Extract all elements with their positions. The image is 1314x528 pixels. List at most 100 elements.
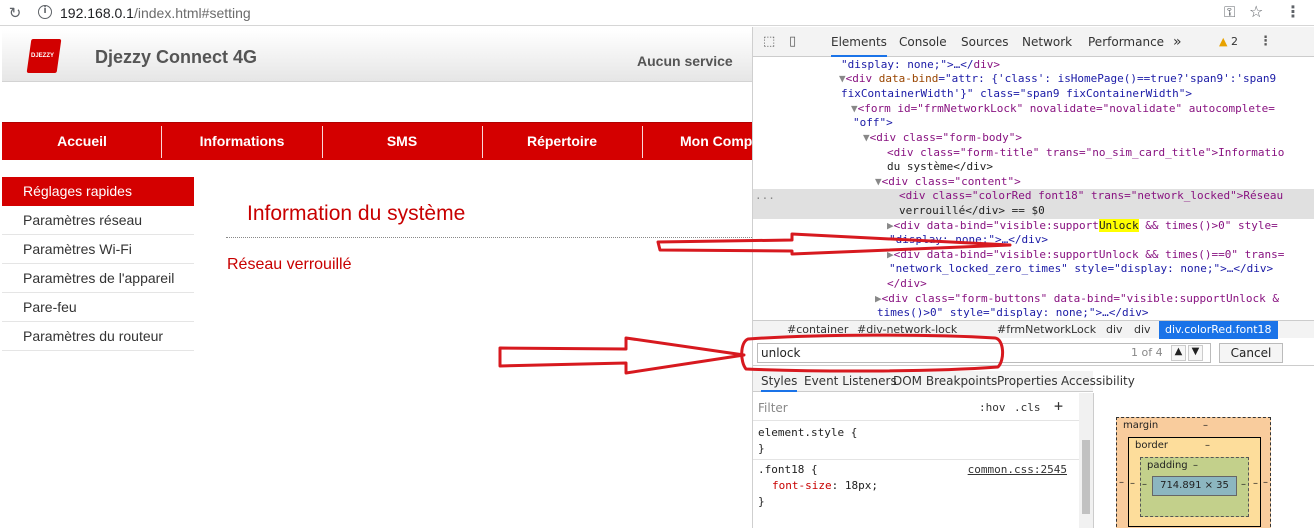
url-path: /index.html#setting <box>133 5 251 21</box>
main-nav: Accueil Informations SMS Répertoire Mon … <box>2 122 752 160</box>
rule-close: } <box>758 442 765 455</box>
nav-item-accueil[interactable]: Accueil <box>2 123 162 161</box>
more-tabs-icon[interactable]: » <box>1173 27 1182 57</box>
warnings-badge[interactable]: ▲ 2 <box>1219 35 1238 48</box>
box-content-size[interactable]: 714.891 × 35 <box>1152 476 1237 496</box>
code-line[interactable]: "off"> <box>853 116 893 131</box>
breadcrumb-item[interactable]: #frmNetworkLock <box>997 321 1096 339</box>
code-line[interactable]: du système</div> <box>887 160 993 175</box>
breadcrumb-item[interactable]: div <box>1134 321 1151 339</box>
sidebar-item-parametres-routeur[interactable]: Paramètres du routeur <box>2 322 194 351</box>
nav-item-informations[interactable]: Informations <box>162 123 322 161</box>
code-line[interactable]: ▶<div class="form-buttons" data-bind="vi… <box>875 292 1279 307</box>
tab-performance[interactable]: Performance <box>1088 27 1164 57</box>
code-line[interactable]: ▼<div data-bind="attr: {'class': isHomeP… <box>839 72 1276 87</box>
code-line[interactable]: "display: none;">…</div> <box>841 58 1000 73</box>
devtools-menu-icon[interactable]: ⋮ <box>1259 34 1272 49</box>
bookmark-star-icon[interactable]: ☆ <box>1249 2 1263 21</box>
code-line[interactable]: ▼<div class="form-body"> <box>863 131 1022 146</box>
breadcrumb-item[interactable]: #container <box>787 321 848 339</box>
box-border[interactable]: border – – – padding – – – 714.891 × 35 <box>1128 437 1261 527</box>
nav-divider <box>642 126 643 158</box>
sidebar-item-parametres-appareil[interactable]: Paramètres de l'appareil <box>2 264 194 293</box>
router-web-page: DJEZZY Djezzy Connect 4G Aucun service A… <box>0 27 752 528</box>
nav-item-mon-compte[interactable]: Mon Comp <box>662 123 752 161</box>
stylesheet-link[interactable]: common.css:2545 <box>968 463 1067 476</box>
title-divider <box>226 237 752 238</box>
djezzy-logo[interactable]: DJEZZY <box>26 39 66 76</box>
logo-text: DJEZZY <box>31 53 55 59</box>
key-icon[interactable]: ⚿ <box>1224 3 1235 21</box>
tab-dom-breakpoints[interactable]: DOM Breakpoints <box>893 371 997 392</box>
tab-network[interactable]: Network <box>1022 27 1072 57</box>
breadcrumb: #container #div-network-lock #frmNetwork… <box>753 320 1314 339</box>
styles-filter-input[interactable]: Filter <box>758 401 788 415</box>
warning-count: 2 <box>1230 35 1238 48</box>
code-line[interactable]: ▼<div class="content"> <box>875 175 1021 190</box>
code-line[interactable]: "network_locked_zero_times" style="displ… <box>889 262 1273 277</box>
find-previous-icon[interactable]: ▲ <box>1171 345 1186 361</box>
hov-toggle[interactable]: :hov <box>979 401 1006 414</box>
tab-properties[interactable]: Properties <box>997 371 1058 392</box>
find-match-count: 1 of 4 <box>1131 346 1163 359</box>
code-line[interactable]: ▶<div data-bind="visible:supportUnlock &… <box>887 219 1278 234</box>
add-rule-icon[interactable]: + <box>1054 397 1063 415</box>
warning-icon: ▲ <box>1219 35 1228 48</box>
reload-icon[interactable]: ↻ <box>6 4 24 22</box>
breadcrumb-item-selected[interactable]: div.colorRed.font18 <box>1159 321 1278 339</box>
elements-tree: "display: none;">…</div> ▼<div data-bind… <box>753 58 1314 320</box>
devtools-tab-bar: ⬚ ▯ Elements Console Sources Network Per… <box>753 27 1314 57</box>
inspect-element-icon[interactable]: ⬚ <box>763 34 775 49</box>
selected-marker: ... <box>755 189 775 202</box>
box-margin[interactable]: margin – – – border – – – padding – – – … <box>1116 417 1271 528</box>
rule-close: } <box>758 495 765 508</box>
tab-event-listeners[interactable]: Event Listeners <box>804 371 897 392</box>
sidebar-item-parametres-wifi[interactable]: Paramètres Wi-Fi <box>2 235 194 264</box>
network-locked-status: Réseau verrouillé <box>227 256 352 273</box>
code-line[interactable]: ▶<div data-bind="visible:supportUnlock &… <box>887 248 1284 263</box>
styles-divider <box>753 420 1079 421</box>
service-status: Aucun service <box>637 53 733 69</box>
brand-title: Djezzy Connect 4G <box>95 47 258 67</box>
tab-accessibility[interactable]: Accessibility <box>1061 371 1135 392</box>
selected-code-line[interactable]: ... <div class="colorRed font18" trans="… <box>753 189 1314 219</box>
nav-item-sms[interactable]: SMS <box>322 123 482 161</box>
device-toolbar-icon[interactable]: ▯ <box>789 34 796 49</box>
code-line[interactable]: </div> <box>887 277 927 292</box>
breadcrumb-item[interactable]: div <box>1106 321 1123 339</box>
sidebar-item-pare-feu[interactable]: Pare-feu <box>2 293 194 322</box>
url-field[interactable]: 192.168.0.1/index.html#setting <box>60 5 251 21</box>
cls-toggle[interactable]: .cls <box>1014 401 1041 414</box>
info-icon[interactable]: i <box>38 5 52 19</box>
tab-sources[interactable]: Sources <box>961 27 1008 57</box>
tab-console[interactable]: Console <box>899 27 947 57</box>
sidebar-item-parametres-reseau[interactable]: Paramètres réseau <box>2 206 194 235</box>
styles-scrollbar[interactable] <box>1079 393 1093 528</box>
element-style-rule[interactable]: element.style { <box>758 426 857 439</box>
box-model-diagram: margin – – – border – – – padding – – – … <box>1093 393 1314 528</box>
settings-sidebar: Réglages rapides Paramètres réseau Param… <box>2 177 194 351</box>
page-header: DJEZZY Djezzy Connect 4G Aucun service <box>2 30 752 82</box>
devtools-panel: ⬚ ▯ Elements Console Sources Network Per… <box>752 27 1314 528</box>
css-declaration[interactable]: font-size: 18px; <box>772 479 878 492</box>
find-bar: 1 of 4 ▲ ▼ Cancel <box>753 340 1314 366</box>
breadcrumb-item[interactable]: #div-network-lock <box>857 321 957 339</box>
box-padding[interactable]: padding – – – 714.891 × 35 <box>1140 457 1249 517</box>
nav-item-repertoire[interactable]: Répertoire <box>482 123 642 161</box>
styles-pane: Filter :hov .cls + element.style { } .fo… <box>753 393 1079 528</box>
sidebar-item-reglages-rapides[interactable]: Réglages rapides <box>2 177 194 206</box>
code-line[interactable]: fixContainerWidth'}" class="span9 fixCon… <box>841 87 1192 102</box>
browser-menu-icon[interactable]: ⋮ <box>1285 2 1301 21</box>
scrollbar-thumb[interactable] <box>1082 440 1090 514</box>
code-line[interactable]: times()>0" style="display: none;">…</div… <box>877 306 1149 320</box>
section-title: Information du système <box>247 202 466 225</box>
find-next-icon[interactable]: ▼ <box>1188 345 1203 361</box>
code-line[interactable]: ▼<form id="frmNetworkLock" novalidate="n… <box>851 102 1275 117</box>
styles-sub-tabs: Styles Event Listeners DOM Breakpoints P… <box>753 371 1135 392</box>
find-cancel-button[interactable]: Cancel <box>1219 343 1283 363</box>
tab-styles[interactable]: Styles <box>761 371 798 392</box>
code-line[interactable]: "display: none;">…</div> <box>889 233 1048 248</box>
font18-selector[interactable]: .font18 { <box>758 463 818 476</box>
code-line[interactable]: <div class="form-title" trans="no_sim_ca… <box>887 146 1284 161</box>
tab-elements[interactable]: Elements <box>831 27 887 57</box>
